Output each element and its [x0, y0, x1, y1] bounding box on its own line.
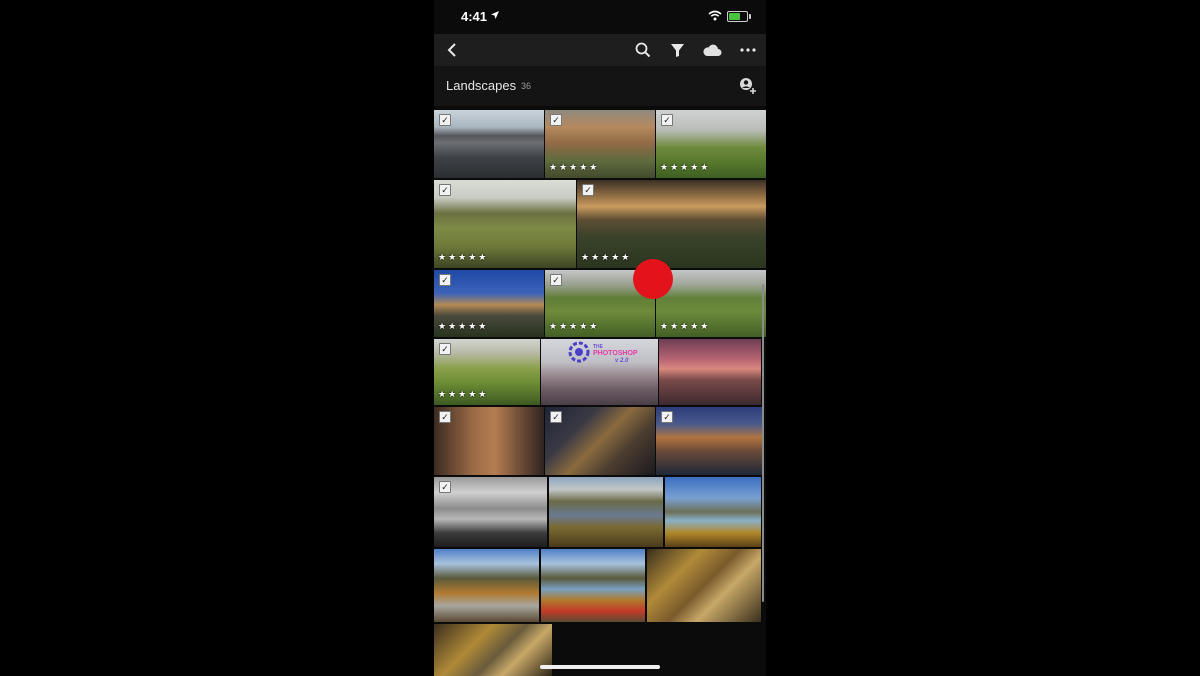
- photo-tile[interactable]: [434, 549, 539, 622]
- status-time: 4:41: [461, 9, 488, 24]
- tap-indicator: [633, 259, 673, 299]
- more-button[interactable]: [738, 40, 758, 60]
- filter-button[interactable]: [667, 40, 687, 60]
- photoshop-logo-icon: [568, 341, 590, 363]
- rating-stars: ★★★★★: [581, 252, 632, 262]
- selected-checkbox[interactable]: ✓: [439, 481, 451, 493]
- search-button[interactable]: [633, 40, 653, 60]
- back-button[interactable]: [442, 40, 462, 60]
- rating-stars: ★★★★★: [549, 321, 600, 331]
- photo-tile[interactable]: [541, 549, 645, 622]
- logo-version-text: v 2.0: [615, 358, 629, 364]
- selected-checkbox[interactable]: ✓: [582, 184, 594, 196]
- selected-checkbox[interactable]: ✓: [550, 274, 562, 286]
- photo-tile[interactable]: ✓: [545, 407, 655, 475]
- selected-checkbox[interactable]: ✓: [550, 411, 562, 423]
- photo-tile[interactable]: ✓ ★★★★★: [434, 180, 576, 268]
- scrollbar[interactable]: [762, 284, 764, 602]
- photo-tile[interactable]: ✓: [434, 407, 544, 475]
- photo-tile[interactable]: ✓ ★★★★★: [434, 270, 544, 337]
- photo-tile[interactable]: ✓ ★★★★★: [577, 180, 766, 268]
- photo-tile[interactable]: ✓: [656, 407, 762, 475]
- album-header: Landscapes 36: [434, 66, 766, 106]
- photo-tile[interactable]: ✓: [434, 477, 547, 547]
- search-icon: [635, 42, 651, 58]
- photo-tile[interactable]: [665, 477, 761, 547]
- phone-screen: ✓ ✓ ★★★★★ ✓ ★★★★★ ✓ ★★★★★ ✓ ★★★★★ ✓ ★★★★…: [434, 0, 766, 676]
- home-indicator[interactable]: [540, 665, 660, 669]
- photo-tile[interactable]: [647, 549, 761, 622]
- photo-tile[interactable]: [549, 477, 663, 547]
- photo-tile[interactable]: [659, 339, 761, 405]
- photo-tile[interactable]: THE PHOTOSHOP v 2.0: [541, 339, 658, 405]
- rating-stars: ★★★★★: [660, 162, 711, 172]
- chevron-left-icon: [447, 43, 456, 57]
- selected-checkbox[interactable]: ✓: [661, 114, 673, 126]
- photo-tile[interactable]: ✓: [434, 110, 544, 178]
- rating-stars: ★★★★★: [660, 321, 711, 331]
- selected-checkbox[interactable]: ✓: [439, 411, 451, 423]
- location-arrow-icon: [491, 11, 499, 19]
- album-title: Landscapes: [446, 78, 517, 93]
- wifi-icon: [708, 10, 722, 21]
- rating-stars: ★★★★★: [438, 389, 489, 399]
- photo-tile[interactable]: ✓ ★★★★★: [434, 339, 540, 405]
- rating-stars: ★★★★★: [438, 252, 489, 262]
- toolbar: [434, 34, 766, 66]
- rating-stars: ★★★★★: [549, 162, 600, 172]
- selected-checkbox[interactable]: ✓: [661, 411, 673, 423]
- selected-checkbox[interactable]: ✓: [439, 114, 451, 126]
- add-contributor-icon[interactable]: [738, 77, 758, 95]
- cloud-button[interactable]: [700, 40, 724, 60]
- status-bar: 4:41: [434, 0, 766, 34]
- logo-main-text: PHOTOSHOP: [593, 350, 638, 357]
- selected-checkbox[interactable]: ✓: [439, 184, 451, 196]
- photo-tile[interactable]: ✓ ★★★★★: [545, 110, 655, 178]
- battery-icon: [727, 11, 751, 22]
- rating-stars: ★★★★★: [438, 321, 489, 331]
- filter-icon: [670, 43, 684, 57]
- album-count: 36: [521, 81, 532, 91]
- selected-checkbox[interactable]: ✓: [439, 274, 451, 286]
- cloud-icon: [703, 44, 722, 56]
- selected-checkbox[interactable]: ✓: [550, 114, 562, 126]
- selected-checkbox[interactable]: ✓: [439, 343, 451, 355]
- photo-tile[interactable]: [434, 624, 552, 676]
- more-icon: [740, 48, 756, 52]
- photo-tile[interactable]: ✓ ★★★★★: [656, 110, 766, 178]
